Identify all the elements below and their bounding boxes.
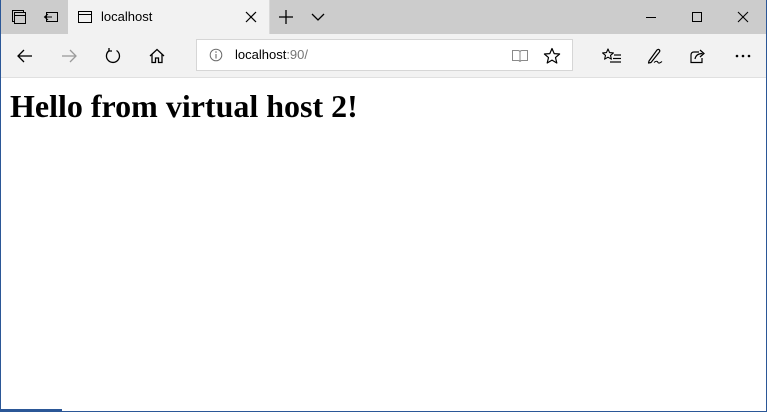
home-button[interactable] [137,34,177,77]
favorites-hub-button[interactable] [592,34,632,77]
tab-actions-icon [11,9,27,25]
page-content: Hello from virtual host 2! [1,78,766,411]
star-icon [543,47,561,65]
chevron-down-icon [310,9,326,25]
tab-actions-button[interactable] [3,0,35,34]
refresh-icon [104,47,122,65]
share-icon [689,47,707,65]
arrow-left-icon [16,47,34,65]
tab-title: localhost [101,9,153,24]
address-bar[interactable]: localhost:90/ [196,39,573,71]
url-host: localhost [235,47,287,62]
ellipsis-icon [734,53,752,59]
page-icon [77,9,93,25]
maximize-icon [691,11,703,23]
book-icon [511,48,529,64]
arrow-right-icon [60,47,78,65]
minimize-icon [645,11,657,23]
close-window-button[interactable] [720,0,766,34]
tab-preview-button[interactable] [302,0,334,34]
set-aside-tabs-button[interactable] [35,0,67,34]
browser-window: localhost localhost:90/ Hello from virtu… [0,0,767,412]
more-button[interactable] [723,34,763,77]
set-aside-tabs-icon [43,9,59,25]
pen-icon [646,47,664,65]
reading-view-button[interactable] [510,46,530,66]
new-tab-button[interactable] [270,0,302,34]
back-button[interactable] [5,34,45,77]
favorite-button[interactable] [542,46,562,66]
tab-localhost[interactable]: localhost [68,0,270,34]
info-icon[interactable] [209,48,223,62]
web-note-button[interactable] [635,34,675,77]
url-text[interactable]: localhost:90/ [235,40,308,70]
navigation-toolbar: localhost:90/ [1,34,766,78]
favorites-list-icon [602,47,622,65]
close-icon [245,11,257,23]
refresh-button[interactable] [93,34,133,77]
maximize-button[interactable] [674,0,720,34]
page-heading: Hello from virtual host 2! [10,88,358,124]
share-button[interactable] [678,34,718,77]
close-icon [737,11,749,23]
title-bar: localhost [1,0,766,34]
plus-icon [278,9,294,25]
tab-close-button[interactable] [242,8,260,26]
url-port-path: :90/ [286,47,308,62]
forward-button[interactable] [49,34,89,77]
home-icon [148,47,166,65]
minimize-button[interactable] [628,0,674,34]
